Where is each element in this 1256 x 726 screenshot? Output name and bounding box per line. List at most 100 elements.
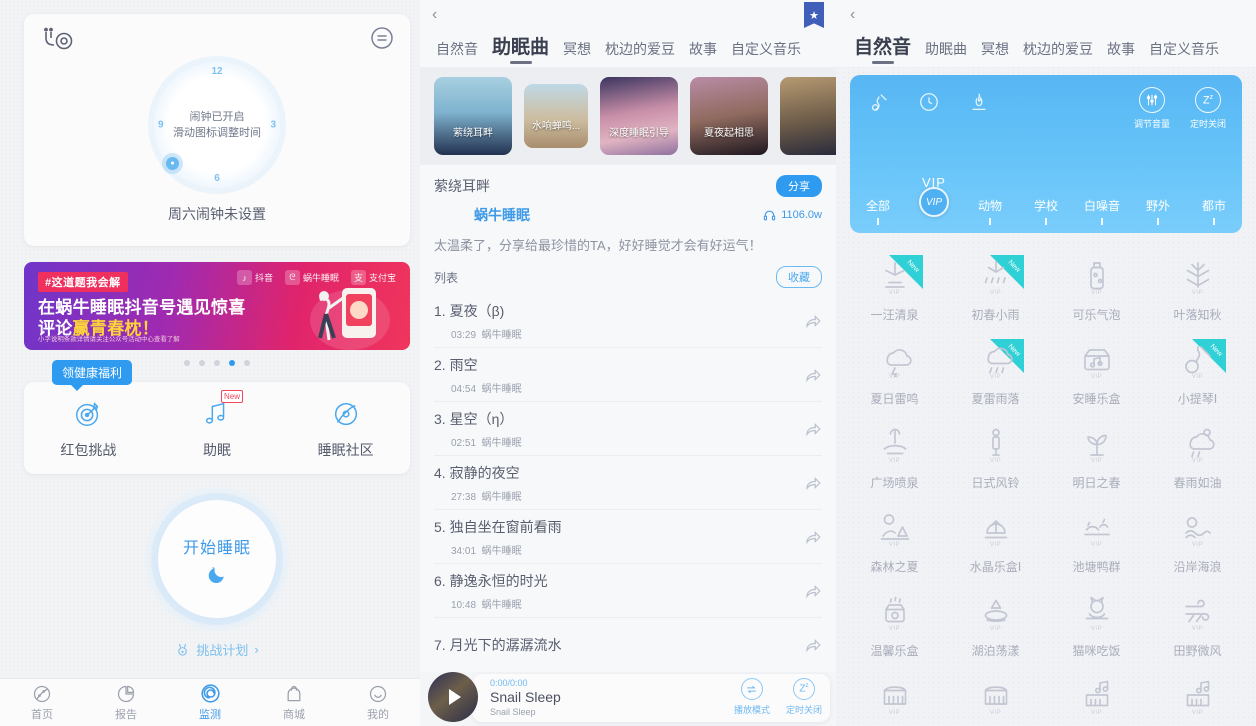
tab-custom-music[interactable]: 自定义音乐 <box>1149 39 1219 67</box>
tab-sleep-music[interactable]: 助眠曲 <box>925 39 967 67</box>
player-cover-art[interactable] <box>428 672 478 722</box>
share-icon[interactable] <box>804 366 822 384</box>
share-icon[interactable] <box>804 420 822 438</box>
tab-pillow-idol[interactable]: 枕边的爱豆 <box>605 39 675 67</box>
sound-item[interactable]: VIP 可乐气泡 <box>1046 249 1147 329</box>
category-all[interactable]: 全部 <box>850 197 906 225</box>
album-thumb[interactable] <box>780 77 836 155</box>
back-chevron-icon[interactable]: ‹ <box>432 7 437 23</box>
carousel-dot[interactable] <box>244 360 250 366</box>
category-school[interactable]: 学校 <box>1018 197 1074 225</box>
quick-action-community[interactable]: 睡眠社区 <box>281 396 410 460</box>
sound-item[interactable]: New VIP 初春小雨 <box>945 249 1046 329</box>
sound-item[interactable]: VIP神奇时刻Ⅱ <box>945 669 1046 726</box>
table-row[interactable]: 5. 独自坐在窗前看雨 34:01 蜗牛睡眠 <box>434 510 822 564</box>
sound-item[interactable]: VIP神奇时刻Ⅰ <box>844 669 945 726</box>
promo-banner[interactable]: #这道题我会解 在蜗牛睡眠抖音号遇见惊喜 评论赢青春枕！ 小字说明条款详情请关注… <box>24 262 410 350</box>
album-thumb[interactable]: 夏夜起相思 <box>690 77 768 155</box>
tab-sleep-music[interactable]: 助眠曲 <box>492 32 549 67</box>
sound-grid[interactable]: New VIP 一汪清泉 New VIP 初春小雨 VIP 可乐气泡 VIP 叶落知秋 VIP 夏日雷… <box>836 233 1256 726</box>
sound-item[interactable]: New VIP 夏雷雨落 <box>945 333 1046 413</box>
sound-item[interactable]: New VIP 小提琴Ⅰ <box>1147 333 1248 413</box>
vip-badge[interactable]: VIP <box>919 187 949 217</box>
alarm-card[interactable]: 12 3 6 9 闹钟已开启 滑动图标调整时间 ● 周六闹钟未设置 <box>24 14 410 246</box>
category-white-noise[interactable]: 白噪音 <box>1074 197 1130 225</box>
share-icon[interactable] <box>804 312 822 330</box>
album-thumbnail-strip[interactable]: 萦绕耳畔 水响蝉鸣... 深度睡眠引导 夏夜起相思 <box>420 67 836 165</box>
mixer-tools[interactable]: 调节音量 Zz 定时关闭 <box>1134 87 1226 130</box>
sound-item[interactable]: VIP 湖泊荡漾 <box>945 585 1046 665</box>
tab-profile[interactable]: 我的 <box>336 684 420 722</box>
sound-item[interactable]: VIP钢琴曲Ⅳ <box>1147 669 1248 726</box>
share-icon[interactable] <box>804 636 822 654</box>
tab-shop[interactable]: 商城 <box>252 684 336 722</box>
play-mode-button[interactable]: 播放模式 <box>734 678 770 716</box>
volume-adjust-button[interactable]: 调节音量 <box>1134 87 1170 130</box>
bookmark-icon[interactable]: ★ <box>804 2 824 28</box>
share-icon[interactable] <box>804 582 822 600</box>
tab-story[interactable]: 故事 <box>1107 39 1135 67</box>
category-vip[interactable]: VIP VIP <box>906 175 962 217</box>
tab-nature-sound[interactable]: 自然音 <box>854 32 911 67</box>
album-thumb[interactable]: 深度睡眠引导 <box>600 77 678 155</box>
sound-item[interactable]: VIP 广场喷泉 <box>844 417 945 497</box>
message-icon[interactable] <box>370 26 394 50</box>
sound-item[interactable]: VIP 安睡乐盒 <box>1046 333 1147 413</box>
health-benefit-bubble[interactable]: 领健康福利 <box>52 360 133 391</box>
album-artist[interactable]: 蜗牛睡眠 <box>474 205 530 225</box>
tab-meditation[interactable]: 冥想 <box>563 39 591 67</box>
carousel-dot[interactable] <box>184 360 190 366</box>
category-city[interactable]: 都市 <box>1186 197 1242 225</box>
table-row[interactable]: 6. 静逸永恒的时光 10:48 蜗牛睡眠 <box>434 564 822 618</box>
tab-custom-music[interactable]: 自定义音乐 <box>731 39 801 67</box>
sound-item[interactable]: VIP 日式风铃 <box>945 417 1046 497</box>
table-row[interactable]: 7. 月光下的潺潺流水 <box>434 618 822 672</box>
album-thumb[interactable]: 萦绕耳畔 <box>434 77 512 155</box>
sound-item[interactable]: New VIP 一汪清泉 <box>844 249 945 329</box>
category-filter-bar[interactable]: 全部 VIP VIP 动物 学校 白噪音 野外 都市 <box>850 175 1242 225</box>
sound-item[interactable]: VIP 明日之春 <box>1046 417 1147 497</box>
sound-item[interactable]: VIP 池塘鸭群 <box>1046 501 1147 581</box>
sleep-timer-button[interactable]: Zz 定时关闭 <box>786 678 822 716</box>
challenge-plan-link[interactable]: 挑战计划 › <box>175 640 259 659</box>
table-row[interactable]: 2. 雨空 04:54 蜗牛睡眠 <box>434 348 822 402</box>
tab-monitor[interactable]: 监测 <box>168 683 252 722</box>
tab-home[interactable]: 首页 <box>0 684 84 722</box>
play-icon[interactable] <box>449 689 461 705</box>
album-thumb[interactable]: 水响蝉鸣... <box>524 84 588 148</box>
start-sleep-button[interactable]: 开始睡眠 <box>158 500 276 618</box>
sound-item[interactable]: VIP 田野微风 <box>1147 585 1248 665</box>
tab-nature-sound[interactable]: 自然音 <box>436 39 478 67</box>
share-button[interactable]: 分享 <box>776 175 822 197</box>
category-animal[interactable]: 动物 <box>962 197 1018 225</box>
alarm-clock-dial[interactable]: 12 3 6 9 闹钟已开启 滑动图标调整时间 ● <box>24 62 410 188</box>
sound-item[interactable]: VIP 猫咪吃饭 <box>1046 585 1147 665</box>
violin-icon[interactable] <box>868 91 890 113</box>
clock-icon[interactable] <box>918 91 940 113</box>
right-category-tabs[interactable]: 自然音 助眠曲 冥想 枕边的爱豆 故事 自定义音乐 <box>850 26 1242 67</box>
carousel-dot[interactable] <box>214 360 220 366</box>
track-list[interactable]: 1. 夏夜（β) 03:29 蜗牛睡眠 2. 雨空 04:54 蜗牛睡眠 3. … <box>420 294 836 672</box>
tab-report[interactable]: 报告 <box>84 684 168 722</box>
tab-pillow-idol[interactable]: 枕边的爱豆 <box>1023 39 1093 67</box>
table-row[interactable]: 1. 夏夜（β) 03:29 蜗牛睡眠 <box>434 294 822 348</box>
mini-player[interactable]: 0:00/0:00 Snail Sleep Snail Sleep 播放模式 Z… <box>420 668 836 726</box>
back-chevron-icon[interactable]: ‹ <box>850 7 855 23</box>
carousel-dot-active[interactable] <box>229 360 235 366</box>
campfire-icon[interactable] <box>968 91 990 113</box>
sound-item[interactable]: VIP 水晶乐盒Ⅰ <box>945 501 1046 581</box>
category-outdoor[interactable]: 野外 <box>1130 197 1186 225</box>
table-row[interactable]: 3. 星空（η） 02:51 蜗牛睡眠 <box>434 402 822 456</box>
promo-banner-carousel[interactable]: #这道题我会解 在蜗牛睡眠抖音号遇见惊喜 评论赢青春枕！ 小字说明条款详情请关注… <box>24 262 410 368</box>
favorite-button[interactable]: 收藏 <box>776 266 822 288</box>
player-controls[interactable]: 播放模式 Zz 定时关闭 <box>734 678 836 716</box>
sound-item[interactable]: VIP 温馨乐盒 <box>844 585 945 665</box>
carousel-dot[interactable] <box>199 360 205 366</box>
sound-item[interactable]: VIP 夏日雷鸣 <box>844 333 945 413</box>
share-icon[interactable] <box>804 474 822 492</box>
quick-action-sleep-aid[interactable]: New 助眠 <box>153 390 282 460</box>
middle-category-tabs[interactable]: 自然音 助眠曲 冥想 枕边的爱豆 故事 自定义音乐 <box>432 26 824 67</box>
sound-item[interactable]: VIP钢琴曲Ⅲ <box>1046 669 1147 726</box>
tab-story[interactable]: 故事 <box>689 39 717 67</box>
quick-action-red-packet[interactable]: 红包挑战 <box>24 396 153 460</box>
